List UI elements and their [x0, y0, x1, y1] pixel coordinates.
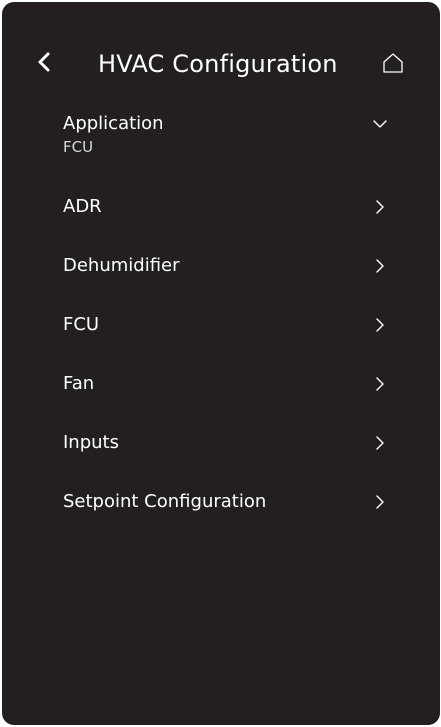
page-title: HVAC Configuration [98, 50, 338, 78]
menu-item-setpoint-configuration[interactable]: Setpoint Configuration [2, 487, 440, 521]
menu-item-application[interactable]: Application FCU [2, 108, 440, 168]
menu-item-fan[interactable]: Fan [2, 369, 440, 403]
chevron-right-icon [376, 495, 384, 509]
header-bar: HVAC Configuration [2, 2, 440, 78]
menu-item-label: Application [63, 113, 164, 134]
chevron-down-icon [373, 120, 387, 128]
menu-item-value: FCU [63, 138, 94, 156]
home-button[interactable] [378, 48, 408, 78]
menu-item-fcu[interactable]: FCU [2, 310, 440, 344]
menu-item-adr[interactable]: ADR [2, 192, 440, 226]
menu-item-label: Dehumidifier [63, 255, 180, 276]
chevron-right-icon [376, 318, 384, 332]
chevron-right-icon [376, 200, 384, 214]
home-icon [383, 53, 403, 73]
menu-item-label: ADR [63, 196, 102, 217]
chevron-right-icon [376, 377, 384, 391]
menu-item-inputs[interactable]: Inputs [2, 428, 440, 462]
menu-item-label: Fan [63, 373, 95, 394]
menu-item-label: Setpoint Configuration [63, 491, 267, 512]
hvac-configuration-screen: HVAC Configuration Application FCU ADR D… [2, 2, 440, 725]
menu-item-label: FCU [63, 314, 100, 335]
menu-item-label: Inputs [63, 432, 119, 453]
back-button[interactable] [30, 44, 58, 80]
chevron-left-icon [38, 52, 50, 72]
chevron-right-icon [376, 436, 384, 450]
chevron-right-icon [376, 259, 384, 273]
menu-item-dehumidifier[interactable]: Dehumidifier [2, 251, 440, 285]
